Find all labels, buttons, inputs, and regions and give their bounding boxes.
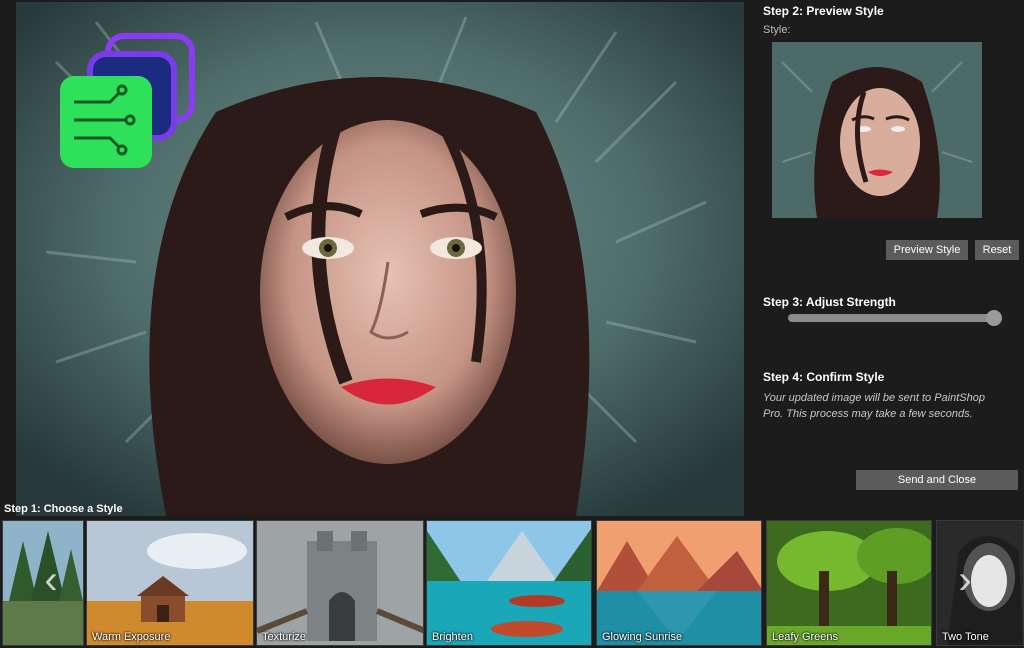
tile-label: Warm Exposure (92, 631, 171, 643)
tile-label: Texturize (262, 631, 307, 643)
reset-button[interactable]: Reset (975, 240, 1019, 260)
tile-image (767, 521, 931, 645)
tile-label: Two Tone (942, 631, 989, 643)
send-and-close-button[interactable]: Send and Close (856, 470, 1018, 490)
style-thumbnail-strip: Warm Exposure Texturize Brighten Glowing… (0, 518, 1024, 648)
style-tile-glowing-sunrise[interactable]: Glowing Sunrise (596, 520, 762, 646)
app-window: Step 2: Preview Style Style: Preview Sty… (0, 0, 1024, 648)
strength-slider-thumb[interactable] (985, 310, 1002, 326)
style-tile-texturize[interactable]: Texturize (256, 520, 424, 646)
confirm-description: Your updated image will be sent to Paint… (763, 392, 985, 420)
chevron-left-icon[interactable]: ‹ (36, 558, 66, 602)
tile-label: Brighten (432, 631, 473, 643)
tile-image (87, 521, 253, 645)
style-tile-leafy-greens[interactable]: Leafy Greens (766, 520, 932, 646)
style-preview-image (772, 42, 982, 218)
style-tile-warm-exposure[interactable]: Warm Exposure (86, 520, 254, 646)
step4-title: Step 4: Confirm Style (763, 370, 885, 384)
tile-image (427, 521, 591, 645)
main-image-canvas (16, 2, 744, 516)
tile-image (257, 521, 423, 645)
strength-slider-track[interactable] (788, 314, 998, 322)
step1-title: Step 1: Choose a Style (4, 503, 123, 515)
tile-label: Leafy Greens (772, 631, 839, 643)
settings-panel: Step 2: Preview Style Style: Preview Sty… (744, 0, 1024, 516)
tile-label: Glowing Sunrise (602, 631, 683, 643)
style-tile-brighten[interactable]: Brighten (426, 520, 592, 646)
preview-style-button[interactable]: Preview Style (886, 240, 968, 260)
step3-title: Step 3: Adjust Strength (763, 295, 896, 309)
preview-portrait (772, 42, 982, 218)
style-label: Style: (763, 24, 791, 36)
chevron-right-icon[interactable]: › (950, 558, 980, 602)
step2-title: Step 2: Preview Style (763, 4, 884, 18)
app-logo (60, 32, 200, 172)
app-logo-icon (60, 33, 195, 168)
tile-image (597, 521, 761, 645)
